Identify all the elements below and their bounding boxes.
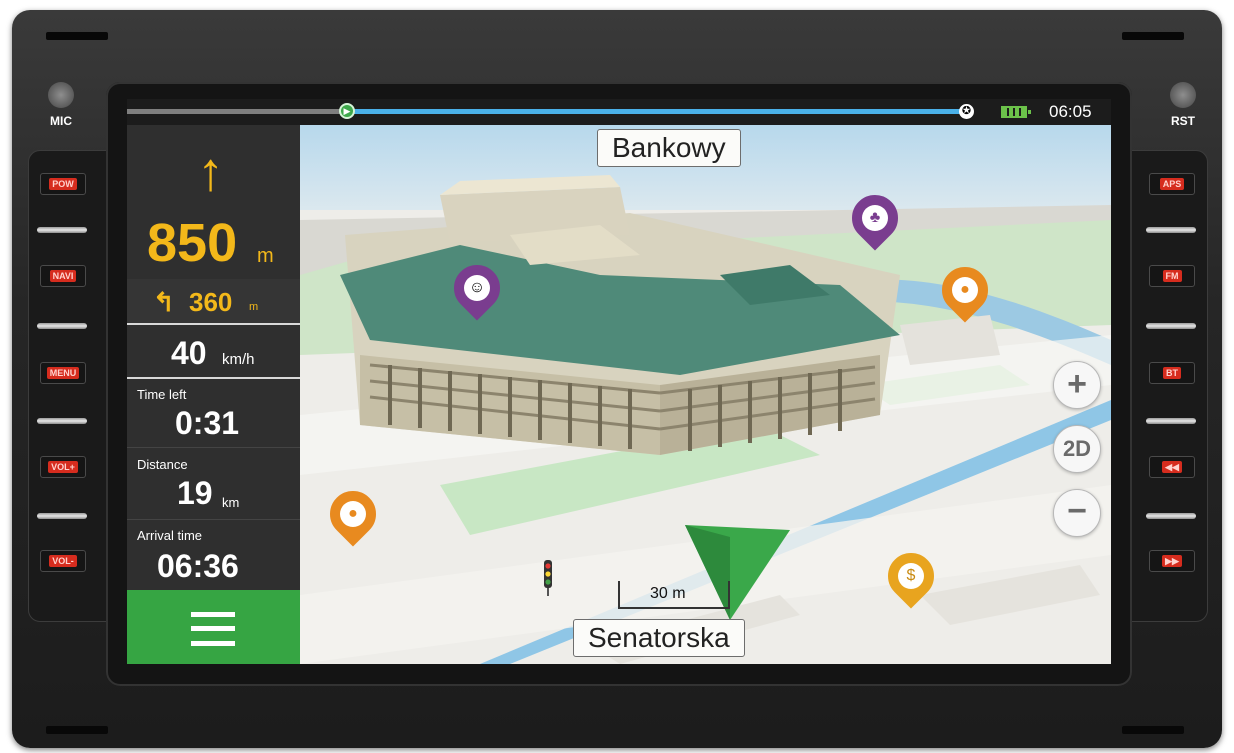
time-left-label: Time left <box>137 387 187 402</box>
guidance-panel: ↑ 850 m ↰ 360 m 40 km/h Time left 0:31 D… <box>127 125 300 664</box>
button-divider <box>37 323 87 329</box>
button-divider <box>1146 323 1196 329</box>
vent-slot <box>46 726 108 734</box>
next-maneuver-unit: m <box>249 301 259 313</box>
button-divider <box>37 227 87 233</box>
current-speed: 40 <box>171 335 207 371</box>
pow-button[interactable]: POW <box>40 173 86 195</box>
route-start-icon: ▶ <box>339 103 355 119</box>
status-clock: 06:05 <box>1049 102 1092 121</box>
navi-button[interactable]: NAVI <box>40 265 86 287</box>
divider <box>127 519 300 520</box>
bottom-street-label: Senatorska <box>573 619 745 657</box>
distance-label: Distance <box>137 457 188 472</box>
aps-button[interactable]: APS <box>1149 173 1195 195</box>
button-divider <box>1146 418 1196 424</box>
maneuver-distance: 850 <box>147 213 238 273</box>
arrival-time-label: Arrival time <box>137 528 203 543</box>
divider <box>127 447 300 448</box>
reset-icon <box>1170 82 1196 108</box>
distance-value: 19 <box>177 475 213 511</box>
vent-slot <box>1122 726 1184 734</box>
button-divider <box>37 418 87 424</box>
button-divider <box>1146 513 1196 519</box>
zoom-in-button[interactable]: + <box>1053 361 1101 409</box>
straight-arrow-icon: ↑ <box>197 142 224 202</box>
distance-unit: km <box>222 495 240 510</box>
navigation-screen: ▶ ✪ 06:05 ↑ 850 m ↰ 360 m 40 km/h Time l… <box>127 99 1111 664</box>
plate-icon: ● <box>340 501 366 527</box>
next-maneuver-distance: 360 <box>189 287 233 317</box>
next-maneuver: ↰ 360 m <box>127 279 300 323</box>
status-bar: ▶ ✪ 06:05 <box>127 99 1111 125</box>
maneuver-distance-unit: m <box>257 245 274 267</box>
mic-label: MIC <box>50 114 72 128</box>
bt-button[interactable]: BT <box>1149 362 1195 384</box>
fm-button[interactable]: FM <box>1149 265 1195 287</box>
route-progress-remaining <box>347 109 965 114</box>
turn-left-icon: ↰ <box>153 287 175 317</box>
button-divider <box>1146 227 1196 233</box>
hamburger-icon <box>191 612 235 646</box>
top-street-label: Bankowy <box>597 129 741 167</box>
button-divider <box>37 513 87 519</box>
finish-flag-icon: ✪ <box>959 104 974 119</box>
battery-icon <box>1001 106 1031 118</box>
menu-hw-button[interactable]: MENU <box>40 362 86 384</box>
vent-slot <box>46 32 108 40</box>
tree-icon: ♣ <box>862 205 888 231</box>
mic-icon <box>48 82 74 108</box>
money-bag-icon: $ <box>898 563 924 589</box>
zoom-out-button[interactable]: − <box>1053 489 1101 537</box>
vent-slot <box>1122 32 1184 40</box>
divider <box>127 323 300 325</box>
divider <box>127 377 300 379</box>
arrival-time-value: 06:36 <box>157 548 239 584</box>
speed-unit: km/h <box>222 351 255 368</box>
main-menu-button[interactable] <box>127 590 300 664</box>
vol-down-button[interactable]: VOL- <box>40 550 86 572</box>
rst-label: RST <box>1171 114 1195 128</box>
next-button[interactable]: ▶▶ <box>1149 550 1195 572</box>
map-scale-label: 30 m <box>650 585 686 602</box>
previous-button[interactable]: ◀◀ <box>1149 456 1195 478</box>
vol-up-button[interactable]: VOL+ <box>40 456 86 478</box>
route-progress-done <box>127 109 347 114</box>
plate-icon: ● <box>952 277 978 303</box>
view-mode-2d-button[interactable]: 2D <box>1053 425 1101 473</box>
time-left-value: 0:31 <box>175 405 240 441</box>
map-view[interactable]: Bankowy Senatorska ☺ ♣ ● ● $ + 2D − 30 m <box>300 125 1111 664</box>
theater-mask-icon: ☺ <box>464 275 490 301</box>
